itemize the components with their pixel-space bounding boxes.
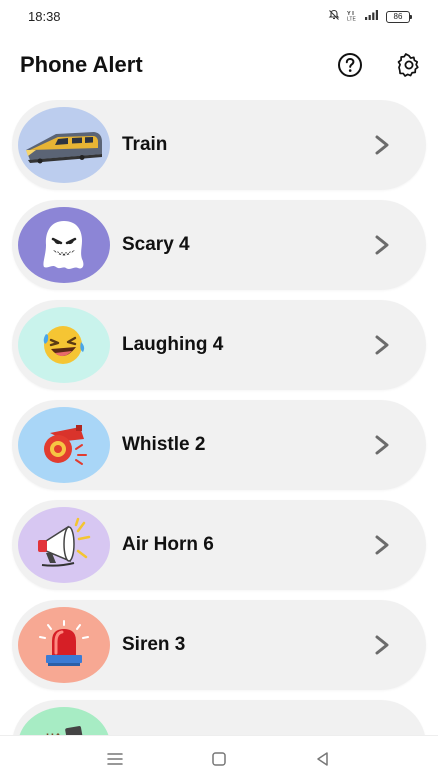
recents-menu-icon bbox=[107, 753, 123, 765]
back-button[interactable] bbox=[313, 750, 333, 768]
sound-item-partial[interactable]: HA bbox=[12, 700, 426, 735]
sound-label: Scary 4 bbox=[122, 234, 190, 255]
sound-label: Train bbox=[122, 134, 168, 155]
sound-item-air-horn-6[interactable]: Air Horn 6 bbox=[12, 500, 426, 590]
gear-icon bbox=[397, 53, 419, 77]
sound-item-train[interactable]: Train bbox=[12, 100, 426, 190]
siren-icon bbox=[39, 620, 89, 666]
sound-list: Train Scary 4 Laughing 4 Whistle 2 Air H… bbox=[0, 100, 438, 735]
help-circle-icon bbox=[338, 53, 362, 77]
system-nav-bar bbox=[0, 735, 438, 780]
svg-text:LTE: LTE bbox=[347, 17, 356, 22]
app-header: Phone Alert bbox=[0, 44, 438, 86]
sound-item-laughing-4[interactable]: Laughing 4 bbox=[12, 300, 426, 390]
sound-label: Air Horn 6 bbox=[122, 534, 214, 555]
sound-label: Siren 3 bbox=[122, 634, 186, 655]
thumb-siren-3 bbox=[18, 607, 110, 683]
partial-icon: HA bbox=[46, 726, 83, 735]
thumb-train bbox=[18, 107, 110, 183]
help-button[interactable] bbox=[336, 51, 364, 79]
status-icons: Yll LTE 86 bbox=[328, 8, 412, 26]
sound-item-whistle-2[interactable]: Whistle 2 bbox=[12, 400, 426, 490]
whistle-icon bbox=[44, 425, 87, 465]
thumb-scary-4 bbox=[18, 207, 110, 283]
thumb-whistle-2 bbox=[18, 407, 110, 483]
battery-icon: 86 bbox=[386, 11, 412, 23]
volte-icon: Yll LTE bbox=[346, 8, 358, 26]
sound-item-siren-3[interactable]: Siren 3 bbox=[12, 600, 426, 690]
status-bar: 18:38 Yll LTE 86 bbox=[0, 0, 438, 32]
ghost-icon bbox=[43, 221, 84, 269]
chevron-right-icon bbox=[375, 635, 389, 655]
chevron-right-icon bbox=[375, 535, 389, 555]
chevron-right-icon bbox=[375, 335, 389, 355]
sound-item-scary-4[interactable]: Scary 4 bbox=[12, 200, 426, 290]
recents-button[interactable] bbox=[105, 750, 125, 768]
home-button[interactable] bbox=[209, 750, 229, 768]
thumb-laughing-4 bbox=[18, 307, 110, 383]
chevron-right-icon bbox=[375, 435, 389, 455]
home-square-icon bbox=[212, 752, 226, 766]
settings-button[interactable] bbox=[395, 51, 423, 79]
thumb-partial: HA bbox=[18, 707, 110, 735]
air-horn-icon bbox=[38, 517, 91, 567]
mute-icon bbox=[328, 8, 340, 26]
chevron-right-icon bbox=[375, 135, 389, 155]
sound-label: Whistle 2 bbox=[122, 434, 206, 455]
sound-label: Laughing 4 bbox=[122, 334, 224, 355]
back-triangle-icon bbox=[317, 752, 328, 766]
thumb-air-horn-6 bbox=[18, 507, 110, 583]
train-icon bbox=[26, 132, 102, 164]
status-time: 18:38 bbox=[28, 9, 61, 24]
signal-icon bbox=[364, 8, 380, 26]
chevron-right-icon bbox=[375, 235, 389, 255]
page-title: Phone Alert bbox=[20, 52, 143, 77]
laughing-emoji-icon bbox=[43, 326, 85, 364]
